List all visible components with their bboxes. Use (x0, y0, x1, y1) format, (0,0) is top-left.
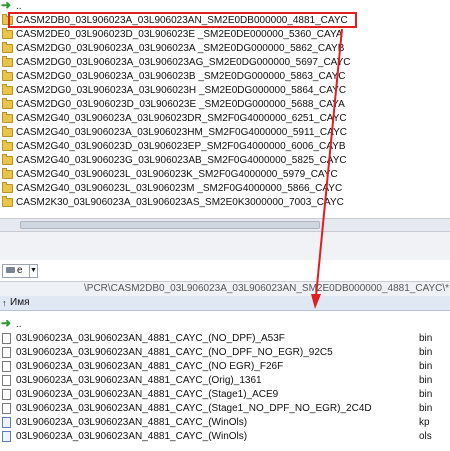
file-name: 03L906023A_03L906023AN_4881_CAYC_(NO EGR… (16, 361, 284, 372)
drive-label: e (17, 265, 23, 276)
file-list: ➜ .. 03L906023A_03L906023AN_4881_CAYC_(N… (0, 316, 450, 451)
file-row[interactable]: 03L906023A_03L906023AN_4881_CAYC_(Stage1… (0, 402, 450, 416)
folder-row[interactable]: CASM2DG0_03L906023A_03L906023A _SM2E0DG0… (0, 42, 450, 56)
folder-icon (2, 42, 13, 53)
file-ext: bin (419, 333, 433, 344)
file-ext: kp (419, 417, 430, 428)
folder-name: CASM2G40_03L906023L_03L906023K_SM2F0G400… (16, 169, 338, 180)
folder-row[interactable]: CASM2G40_03L906023G_03L906023AB_SM2F0G40… (0, 154, 450, 168)
file-ext: bin (419, 361, 433, 372)
folder-icon (2, 112, 13, 123)
parent-dir-row[interactable]: ➜ .. (0, 316, 450, 332)
file-row[interactable]: 03L906023A_03L906023AN_4881_CAYC_(Stage1… (0, 388, 450, 402)
folder-name: CASM2DG0_03L906023D_03L906023E _SM2E0DG0… (16, 99, 345, 110)
folder-icon (2, 154, 13, 165)
file-row[interactable]: 03L906023A_03L906023AN_4881_CAYC_(NO_DPF… (0, 346, 450, 360)
folder-icon (2, 182, 13, 193)
folder-row[interactable]: CASM2G40_03L906023L_03L906023M _SM2F0G40… (0, 182, 450, 196)
sort-arrow-icon: ↑ (2, 298, 7, 308)
path-bar: \PCR\CASM2DB0_03L906023A_03L906023AN_SM2… (0, 281, 450, 297)
folder-row[interactable]: CASM2DG0_03L906023A_03L906023H _SM2E0DG0… (0, 84, 450, 98)
folder-name: CASM2G40_03L906023A_03L906023HM_SM2F0G40… (16, 127, 347, 138)
folder-name: CASM2G40_03L906023G_03L906023AB_SM2F0G40… (16, 155, 347, 166)
file-icon (2, 361, 11, 372)
file-name: 03L906023A_03L906023AN_4881_CAYC_(Stage1… (16, 389, 279, 400)
folder-row[interactable]: CASM2DG0_03L906023A_03L906023B _SM2E0DG0… (0, 70, 450, 84)
column-name-label: Имя (10, 297, 30, 308)
folder-name: CASM2DG0_03L906023A_03L906023AG_SM2E0DG0… (16, 57, 351, 68)
current-path: \PCR\CASM2DB0_03L906023A_03L906023AN_SM2… (84, 283, 450, 294)
file-name: 03L906023A_03L906023AN_4881_CAYC_(WinOls… (16, 417, 248, 428)
file-row[interactable]: 03L906023A_03L906023AN_4881_CAYC_(NO_DPF… (0, 332, 450, 346)
drive-selector[interactable]: e ▼ (2, 264, 38, 278)
kp-file-icon (2, 417, 11, 428)
up-arrow-icon: ➜ (1, 316, 12, 330)
file-row[interactable]: 03L906023A_03L906023AN_4881_CAYC_(WinOls… (0, 430, 450, 444)
highlight-box (8, 12, 357, 28)
folder-name: CASM2G40_03L906023L_03L906023M _SM2F0G40… (16, 183, 343, 194)
folder-icon (2, 168, 13, 179)
file-name: 03L906023A_03L906023AN_4881_CAYC_(Stage1… (16, 403, 372, 414)
file-icon (2, 389, 11, 400)
folder-row[interactable]: CASM2G40_03L906023L_03L906023K_SM2F0G400… (0, 168, 450, 182)
folder-list-pane: ➜ .. CASM2DB0_03L906023A_03L906023AN_SM2… (0, 0, 450, 216)
file-name: 03L906023A_03L906023AN_4881_CAYC_(NO_DPF… (16, 347, 333, 358)
file-ext: bin (419, 403, 433, 414)
file-name: 03L906023A_03L906023AN_4881_CAYC_(WinOls… (16, 431, 248, 442)
folder-name: CASM2DE0_03L906023D_03L906023E _SM2E0DE0… (16, 29, 343, 40)
folder-icon (2, 56, 13, 67)
file-icon (2, 375, 11, 386)
folder-row[interactable]: CASM2G40_03L906023D_03L906023EP_SM2F0G40… (0, 140, 450, 154)
file-row[interactable]: 03L906023A_03L906023AN_4881_CAYC_(WinOls… (0, 416, 450, 430)
folder-row[interactable]: CASM2DE0_03L906023D_03L906023E _SM2E0DE0… (0, 28, 450, 42)
folder-name: CASM2DG0_03L906023A_03L906023B _SM2E0DG0… (16, 71, 346, 82)
folder-row[interactable]: CASM2DG0_03L906023A_03L906023AG_SM2E0DG0… (0, 56, 450, 70)
folder-icon (2, 140, 13, 151)
folder-row[interactable]: CASM2G40_03L906023A_03L906023DR_SM2F0G40… (0, 112, 450, 126)
folder-name: CASM2G40_03L906023A_03L906023DR_SM2F0G40… (16, 113, 347, 124)
file-row[interactable]: 03L906023A_03L906023AN_4881_CAYC_(NO EGR… (0, 360, 450, 374)
drive-icon (6, 267, 15, 274)
horizontal-scrollbar[interactable] (0, 218, 450, 232)
folder-icon (2, 98, 13, 109)
file-ext: bin (419, 347, 433, 358)
folder-name: CASM2DG0_03L906023A_03L906023H _SM2E0DG0… (16, 85, 347, 96)
file-ext: bin (419, 375, 433, 386)
folder-row[interactable]: CASM2K30_03L906023A_03L906023AS_SM2E0K30… (0, 196, 450, 210)
file-name: 03L906023A_03L906023AN_4881_CAYC_(Orig)_… (16, 375, 262, 386)
folder-name: CASM2G40_03L906023D_03L906023EP_SM2F0G40… (16, 141, 346, 152)
parent-dir-label: .. (16, 319, 22, 330)
file-icon (2, 347, 11, 358)
folder-icon (2, 28, 13, 39)
folder-row[interactable]: CASM2DG0_03L906023D_03L906023E _SM2E0DG0… (0, 98, 450, 112)
file-icon (2, 403, 11, 414)
chevron-down-icon: ▼ (29, 265, 37, 277)
folder-name: CASM2K30_03L906023A_03L906023AS_SM2E0K30… (16, 197, 344, 208)
folder-icon (2, 70, 13, 81)
panel-divider (0, 232, 450, 260)
folder-icon (2, 126, 13, 137)
file-icon (2, 333, 11, 344)
file-row[interactable]: 03L906023A_03L906023AN_4881_CAYC_(Orig)_… (0, 374, 450, 388)
ols-file-icon (2, 431, 11, 442)
up-arrow-icon: ➜ (1, 0, 12, 12)
file-name: 03L906023A_03L906023AN_4881_CAYC_(NO_DPF… (16, 333, 285, 344)
scrollbar-thumb[interactable] (20, 221, 320, 229)
file-ext: ols (419, 431, 432, 442)
column-header-name[interactable]: ↑ Имя (0, 296, 450, 311)
folder-icon (2, 84, 13, 95)
folder-icon (2, 196, 13, 207)
file-ext: bin (419, 389, 433, 400)
folder-name: CASM2DG0_03L906023A_03L906023A _SM2E0DG0… (16, 43, 345, 54)
folder-row[interactable]: CASM2G40_03L906023A_03L906023HM_SM2F0G40… (0, 126, 450, 140)
